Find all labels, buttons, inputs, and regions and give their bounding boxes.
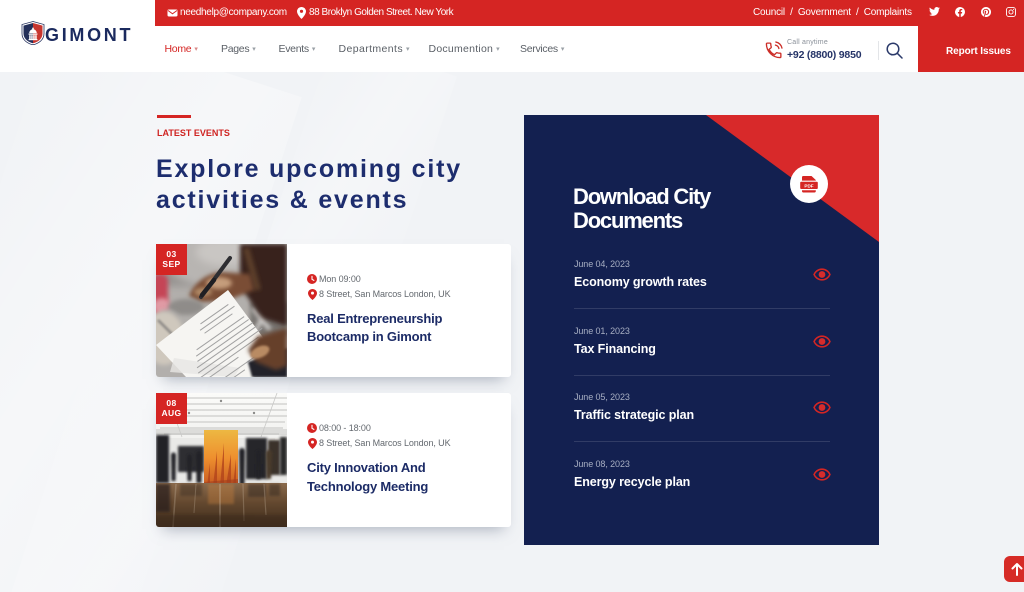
svg-text:PDF: PDF bbox=[804, 183, 813, 188]
